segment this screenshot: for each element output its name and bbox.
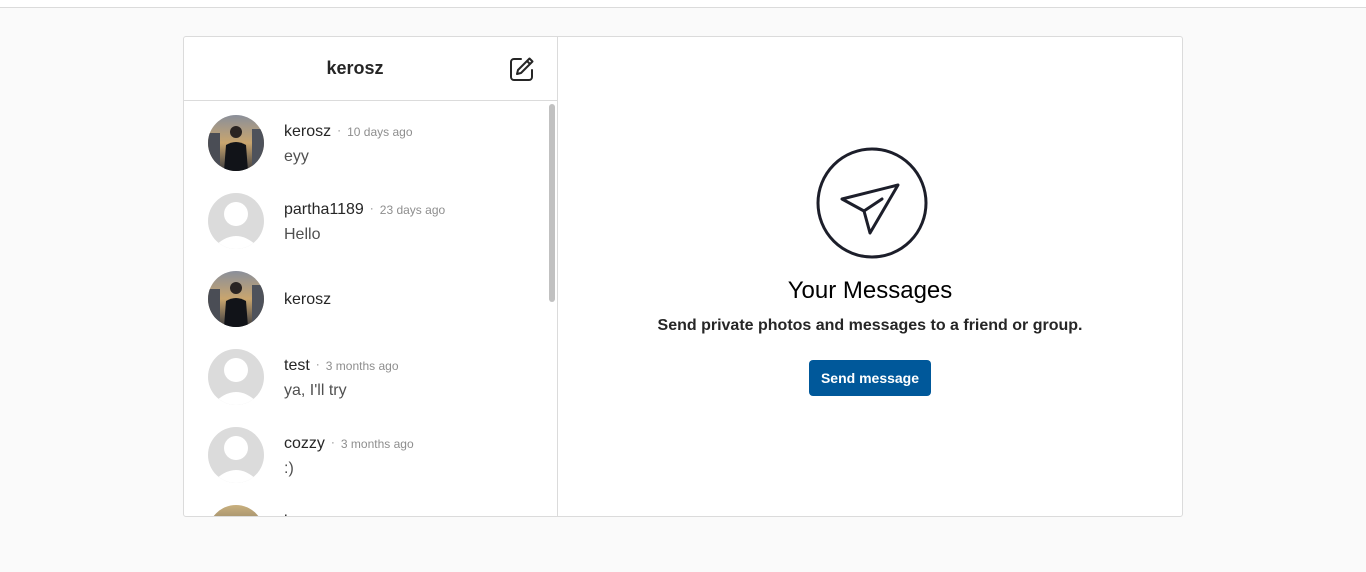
conversation-time: 23 days ago xyxy=(379,203,446,217)
empty-conversation-view: Your Messages Send private photos and me… xyxy=(558,37,1182,516)
default-avatar-icon xyxy=(208,427,264,483)
conversation-username: kerosz xyxy=(284,123,332,140)
conversation-time: 3 months ago xyxy=(340,437,414,451)
separator-dot: · xyxy=(337,123,342,137)
conversation-item[interactable]: cozzy · 3 months ago :) xyxy=(184,413,544,491)
empty-state-subtitle: Send private photos and messages to a fr… xyxy=(657,317,1083,334)
send-message-button[interactable]: Send message xyxy=(809,360,931,396)
avatar xyxy=(208,271,264,327)
conversation-item[interactable]: k xyxy=(184,491,544,516)
avatar xyxy=(208,115,264,171)
avatar xyxy=(208,505,264,516)
conversation-item[interactable]: kerosz · 10 days ago eyy xyxy=(184,101,544,179)
conversation-username: cozzy xyxy=(284,435,325,452)
conversation-username: partha1189 xyxy=(284,201,364,218)
separator-dot: · xyxy=(330,435,335,449)
sidebar-header: kerosz xyxy=(184,37,557,101)
conversation-item[interactable]: kerosz xyxy=(184,257,544,335)
conversation-username: kerosz xyxy=(284,291,332,308)
separator-dot: · xyxy=(369,201,374,215)
conversation-item[interactable]: partha1189 · 23 days ago Hello xyxy=(184,179,544,257)
conversation-preview: ya, I'll try xyxy=(284,382,347,399)
conversation-username: test xyxy=(284,357,310,374)
conversation-sidebar: kerosz kerosz · 10 days ago eyy partha11… xyxy=(184,37,558,516)
scrollbar-thumb[interactable] xyxy=(549,104,555,302)
conversation-preview: Hello xyxy=(284,226,321,243)
compose-icon[interactable] xyxy=(508,55,536,83)
separator-dot: · xyxy=(315,357,320,371)
empty-state-title: Your Messages xyxy=(787,277,953,304)
conversation-header: kerosz xyxy=(284,291,331,309)
conversation-username: k xyxy=(284,513,292,516)
conversation-header: partha1189 · 23 days ago xyxy=(284,201,445,219)
paper-plane-icon xyxy=(816,147,928,259)
account-username[interactable]: kerosz xyxy=(184,37,526,100)
conversation-header: k xyxy=(284,513,292,516)
conversation-preview: :) xyxy=(284,460,294,477)
conversation-time: 10 days ago xyxy=(347,125,413,139)
conversation-header: kerosz · 10 days ago xyxy=(284,123,413,141)
default-avatar-icon xyxy=(208,349,264,405)
conversation-time: 3 months ago xyxy=(325,359,399,373)
top-navigation-bar xyxy=(0,0,1366,8)
conversation-header: test · 3 months ago xyxy=(284,357,399,375)
conversation-preview: eyy xyxy=(284,148,309,165)
conversation-list: kerosz · 10 days ago eyy partha1189 · 23 day… xyxy=(184,101,557,516)
conversation-header: cozzy · 3 months ago xyxy=(284,435,414,453)
conversation-item[interactable]: test · 3 months ago ya, I'll try xyxy=(184,335,544,413)
default-avatar-icon xyxy=(208,193,264,249)
direct-messages-panel: kerosz kerosz · 10 days ago eyy partha11… xyxy=(183,36,1183,517)
